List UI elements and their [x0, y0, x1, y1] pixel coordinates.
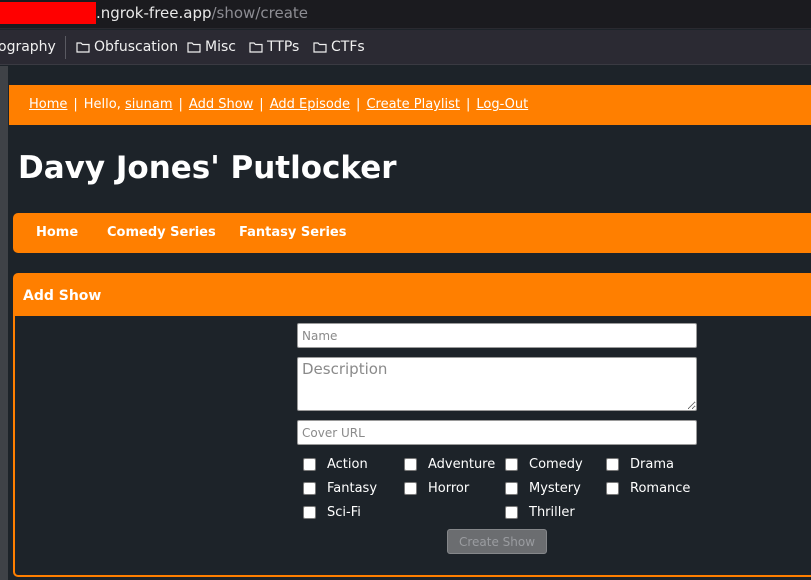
checkbox[interactable] [505, 482, 518, 495]
nav-hello-text: Hello, [83, 97, 121, 112]
checkbox[interactable] [404, 482, 417, 495]
checkbox[interactable] [303, 482, 316, 495]
bookmark-label: Misc [205, 39, 236, 55]
nav-separator: | [178, 97, 183, 112]
genre-adventure[interactable]: Adventure [404, 457, 495, 472]
genre-label: Drama [630, 457, 674, 472]
genre-action[interactable]: Action [303, 457, 368, 472]
nav-add-show-link[interactable]: Add Show [189, 97, 253, 112]
bookmark-misc[interactable]: Misc [187, 39, 236, 55]
redacted-hostname [0, 2, 96, 24]
bookmarks-separator [65, 36, 66, 59]
folder-icon [76, 42, 90, 53]
sidebar-strip [0, 66, 8, 580]
category-fantasy-series[interactable]: Fantasy Series [239, 225, 346, 240]
genre-mystery[interactable]: Mystery [505, 481, 581, 496]
checkbox[interactable] [606, 482, 619, 495]
nav-logout-link[interactable]: Log-Out [476, 97, 528, 112]
folder-icon [249, 42, 263, 53]
category-nav-bar: Home Comedy Series Fantasy Series [13, 213, 811, 253]
name-input[interactable] [297, 323, 697, 348]
checkbox[interactable] [303, 506, 316, 519]
genre-romance[interactable]: Romance [606, 481, 690, 496]
create-show-button[interactable]: Create Show [447, 529, 547, 554]
nav-create-playlist-link[interactable]: Create Playlist [366, 97, 460, 112]
description-textarea[interactable] [297, 357, 697, 411]
checkbox[interactable] [505, 458, 518, 471]
genre-label: Sci-Fi [327, 505, 361, 520]
user-nav-bar: Home | Hello, siunam | Add Show | Add Episode |… [9, 85, 811, 125]
url-text[interactable]: .ngrok-free.app/show/create [96, 4, 308, 22]
folder-icon [313, 42, 327, 53]
genre-label: Action [327, 457, 368, 472]
genre-thriller[interactable]: Thriller [505, 505, 575, 520]
genre-label: Thriller [529, 505, 575, 520]
genre-label: Adventure [428, 457, 496, 472]
genre-fantasy[interactable]: Fantasy [303, 481, 377, 496]
genre-sci-fi[interactable]: Sci-Fi [303, 505, 361, 520]
site-title: Davy Jones' Putlocker [18, 150, 397, 186]
browser-url-bar[interactable]: .ngrok-free.app/show/create [0, 0, 811, 29]
add-show-panel: Add Show Action Adventure Comedy Drama F… [13, 273, 811, 577]
bookmark-label: Obfuscation [94, 39, 179, 55]
bookmark-label: TTPs [267, 39, 300, 55]
category-home[interactable]: Home [36, 225, 78, 240]
nav-home-link[interactable]: Home [29, 97, 67, 112]
bookmarks-bar: ography Obfuscation Misc TTPs CTFs [0, 30, 811, 65]
category-comedy-series[interactable]: Comedy Series [107, 225, 216, 240]
bookmark-label: CTFs [331, 39, 365, 55]
checkbox[interactable] [606, 458, 619, 471]
genre-label: Horror [428, 481, 470, 496]
genre-label: Fantasy [327, 481, 378, 496]
genre-label: Romance [630, 481, 691, 496]
nav-separator: | [356, 97, 361, 112]
bookmark-ctfs[interactable]: CTFs [313, 39, 365, 55]
url-host: .ngrok-free.app [96, 4, 212, 22]
bookmark-ography[interactable]: ography [0, 39, 56, 55]
checkbox[interactable] [404, 458, 417, 471]
checkbox[interactable] [303, 458, 316, 471]
nav-separator: | [465, 97, 471, 112]
bookmark-ttps[interactable]: TTPs [249, 39, 299, 55]
panel-heading: Add Show [15, 275, 811, 316]
nav-username-link[interactable]: siunam [125, 97, 173, 112]
url-path: /show/create [211, 4, 309, 22]
cover-url-input[interactable] [297, 420, 697, 445]
bookmark-label: ography [0, 39, 56, 55]
genre-drama[interactable]: Drama [606, 457, 674, 472]
nav-separator: | [259, 97, 264, 112]
bookmark-obfuscation[interactable]: Obfuscation [76, 39, 178, 55]
folder-icon [187, 42, 201, 53]
genre-comedy[interactable]: Comedy [505, 457, 583, 472]
genre-horror[interactable]: Horror [404, 481, 469, 496]
genre-label: Comedy [529, 457, 583, 472]
nav-add-episode-link[interactable]: Add Episode [270, 97, 350, 112]
checkbox[interactable] [505, 506, 518, 519]
nav-separator: | [73, 97, 78, 112]
genre-label: Mystery [529, 481, 581, 496]
